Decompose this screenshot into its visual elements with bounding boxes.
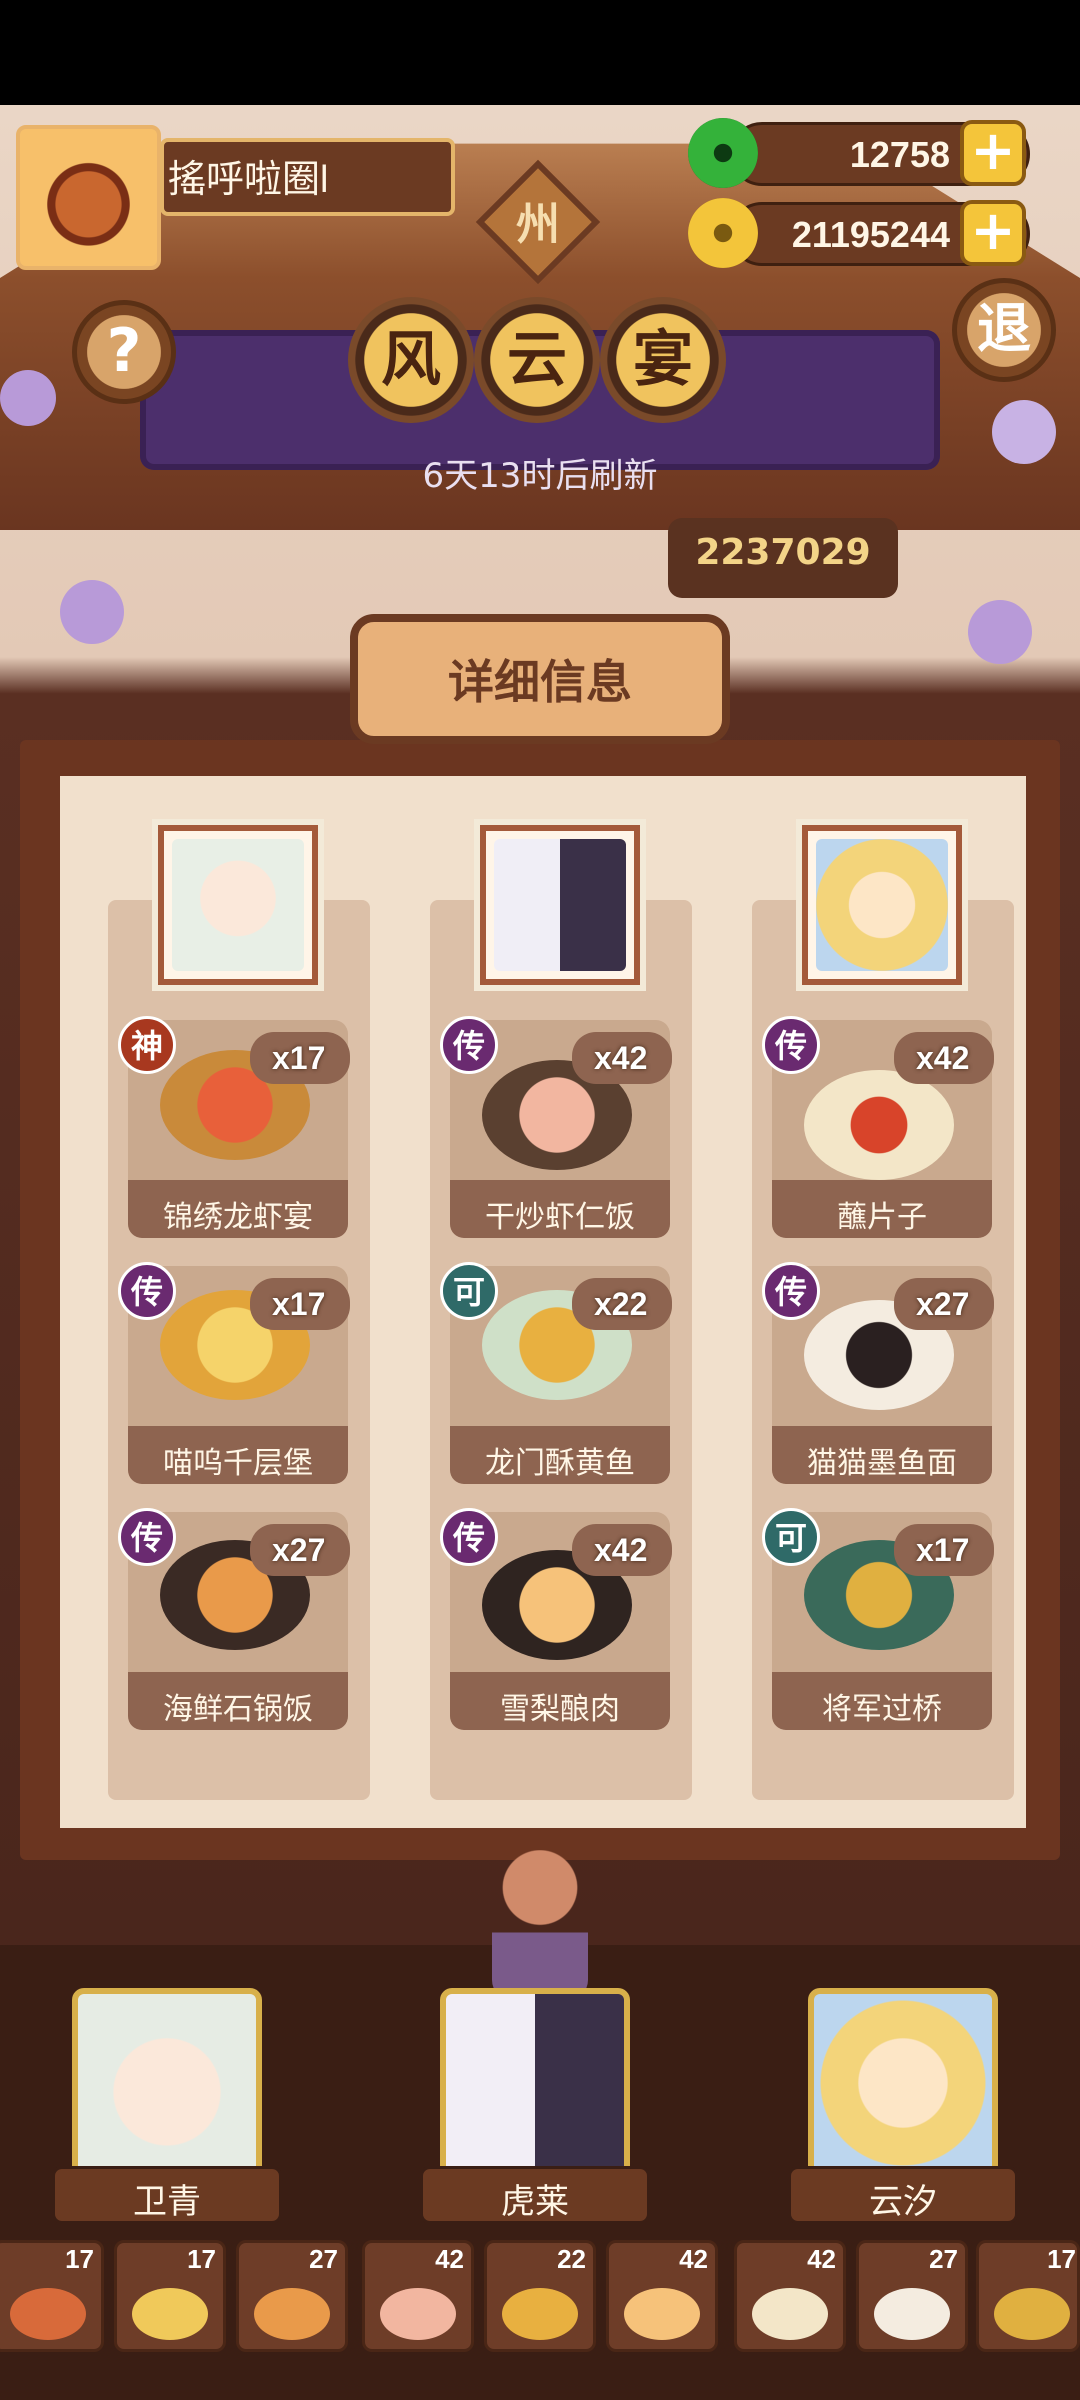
dish-name: 猫猫墨鱼面 xyxy=(807,1446,957,1481)
dish-count: x42 xyxy=(594,1532,648,1568)
player-name: 搖呼啦圈l xyxy=(168,159,329,201)
dish-count: x27 xyxy=(916,1286,970,1322)
dish-icon xyxy=(994,2288,1070,2340)
chef-face xyxy=(494,839,626,971)
refresh-countdown: 6天13时后刷新 xyxy=(422,456,658,496)
dish-icon xyxy=(254,2288,330,2340)
inventory-count: 42 xyxy=(435,2244,464,2274)
add-coins-button[interactable]: + xyxy=(960,200,1026,266)
dish-count: x42 xyxy=(594,1040,648,1076)
dish-icon xyxy=(624,2288,700,2340)
dish-count: x17 xyxy=(916,1532,970,1568)
chef-portrait-2[interactable] xyxy=(480,825,640,985)
flower-decoration xyxy=(0,370,56,426)
exit-button[interactable]: 退 xyxy=(952,278,1056,382)
character-name: 虎莱 xyxy=(501,2182,569,2222)
tier-badge: 传 xyxy=(118,1508,176,1566)
chef-portrait-3[interactable] xyxy=(802,825,962,985)
dish-count: x17 xyxy=(272,1286,326,1322)
dish-icon xyxy=(132,2288,208,2340)
dish-icon xyxy=(380,2288,456,2340)
chef-face xyxy=(172,839,304,971)
help-button[interactable]: ? xyxy=(72,300,176,404)
character-card-2[interactable] xyxy=(440,1988,630,2178)
chef-face xyxy=(816,839,948,971)
dish-name: 雪梨酿肉 xyxy=(500,1692,620,1727)
title-char-3: 宴 xyxy=(600,297,726,423)
inventory-count: 42 xyxy=(807,2244,836,2274)
character-name: 卫青 xyxy=(133,2182,201,2222)
player-avatar[interactable] xyxy=(16,125,161,270)
dish-name: 海鲜石锅饭 xyxy=(163,1692,313,1727)
inventory-count: 27 xyxy=(309,2244,338,2274)
dish-name: 干炒虾仁饭 xyxy=(485,1200,635,1235)
dish-name: 将军过桥 xyxy=(822,1692,942,1727)
title-char-1: 风 xyxy=(348,297,474,423)
chef-portrait-1[interactable] xyxy=(158,825,318,985)
region-badge-label: 州 xyxy=(516,199,560,250)
dish-count: x27 xyxy=(272,1532,326,1568)
coin-amount: 21195244 xyxy=(791,214,950,255)
status-bar xyxy=(0,0,1080,105)
character-name: 云汐 xyxy=(869,2182,937,2222)
dish-name: 锦绣龙虾宴 xyxy=(163,1200,313,1235)
tier-badge: 神 xyxy=(118,1016,176,1074)
flower-decoration xyxy=(60,580,124,644)
dish-icon xyxy=(752,2288,828,2340)
flower-decoration xyxy=(968,600,1032,664)
tier-badge: 传 xyxy=(440,1016,498,1074)
title-char-2: 云 xyxy=(474,297,600,423)
dish-name: 龙门酥黄鱼 xyxy=(485,1446,635,1481)
character-card-1[interactable] xyxy=(72,1988,262,2178)
tier-badge: 传 xyxy=(762,1262,820,1320)
dish-count: x22 xyxy=(594,1286,648,1322)
dish-icon xyxy=(502,2288,578,2340)
tier-badge: 可 xyxy=(440,1262,498,1320)
flower-decoration xyxy=(992,400,1056,464)
tier-badge: 传 xyxy=(762,1016,820,1074)
tier-badge: 传 xyxy=(440,1508,498,1566)
inventory-count: 17 xyxy=(187,2244,216,2274)
detail-title: 详细信息 xyxy=(448,655,632,709)
dish-icon xyxy=(10,2288,86,2340)
inventory-count: 17 xyxy=(1047,2244,1076,2274)
score-value: 2237029 xyxy=(695,532,871,573)
character-card-3[interactable] xyxy=(808,1988,998,2178)
tier-badge: 可 xyxy=(762,1508,820,1566)
inventory-count: 42 xyxy=(679,2244,708,2274)
jade-amount: 12758 xyxy=(849,134,950,175)
knot-decoration xyxy=(492,1850,588,2000)
dish-count: x17 xyxy=(272,1040,326,1076)
dish-name: 蘸片子 xyxy=(837,1200,927,1235)
dish-image xyxy=(804,1070,954,1180)
inventory-count: 17 xyxy=(65,2244,94,2274)
dish-count: x42 xyxy=(916,1040,970,1076)
inventory-count: 27 xyxy=(929,2244,958,2274)
tier-badge: 传 xyxy=(118,1262,176,1320)
inventory-count: 22 xyxy=(557,2244,586,2274)
dish-name: 喵呜千层堡 xyxy=(163,1446,313,1481)
add-jade-button[interactable]: + xyxy=(960,120,1026,186)
dish-icon xyxy=(874,2288,950,2340)
